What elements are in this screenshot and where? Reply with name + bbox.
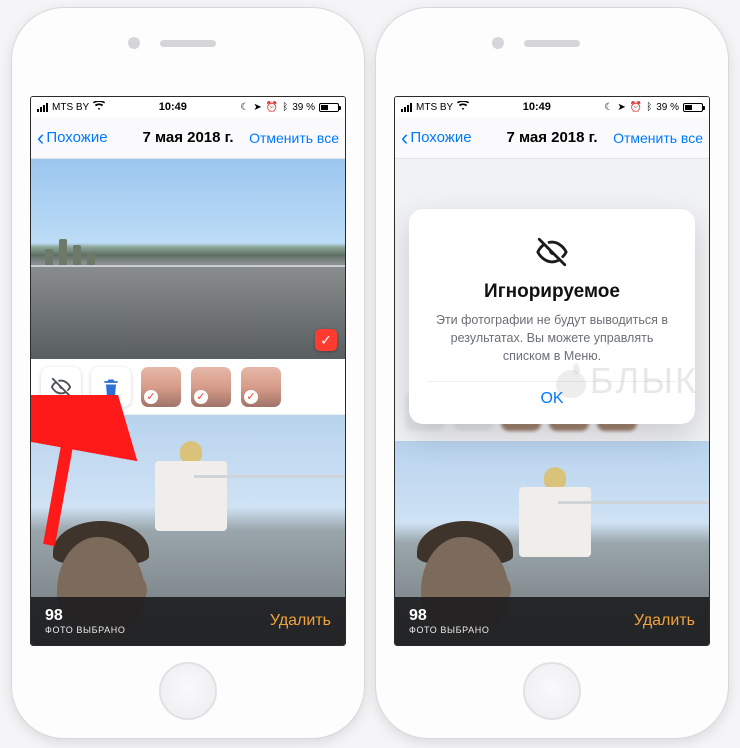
nav-bar: ‹ Похожие 7 мая 2018 г. Отменить все xyxy=(31,117,345,159)
thumbnail[interactable]: ✓ xyxy=(141,367,181,407)
home-button[interactable] xyxy=(159,662,217,720)
speaker-grill xyxy=(524,40,580,47)
home-button[interactable] xyxy=(523,662,581,720)
delete-button[interactable]: Удалить xyxy=(634,612,695,630)
back-button[interactable]: ‹ Похожие xyxy=(37,127,133,149)
nav-title: 7 мая 2018 г. xyxy=(497,129,607,146)
back-label: Похожие xyxy=(410,129,471,146)
signal-icon xyxy=(401,103,412,112)
back-button[interactable]: ‹ Похожие xyxy=(401,127,497,149)
modal-title: Игнорируемое xyxy=(427,281,677,303)
clock: 10:49 xyxy=(105,101,240,113)
photo-decoration xyxy=(558,501,709,504)
bluetooth-icon: ᛒ xyxy=(282,102,288,113)
status-bar: MTS BY 10:49 ☾ ➤ ⏰ ᛒ 39 % xyxy=(395,97,709,117)
selected-count-label: ФОТО ВЫБРАНО xyxy=(45,625,270,635)
front-camera xyxy=(492,37,504,49)
battery-text: 39 % xyxy=(656,102,679,113)
next-group-photo[interactable]: 98 ФОТО ВЫБРАНО Удалить xyxy=(31,415,345,645)
clock: 10:49 xyxy=(469,101,604,113)
dnd-icon: ☾ xyxy=(240,102,249,113)
battery-icon xyxy=(683,103,703,112)
delete-button[interactable]: Удалить xyxy=(270,612,331,630)
selected-count-label: ФОТО ВЫБРАНО xyxy=(409,625,634,635)
content-area: ✓ ✓ ✓ ✓ xyxy=(31,159,345,645)
modal-body: Эти фотографии не будут выводиться в рез… xyxy=(427,311,677,365)
hide-icon xyxy=(50,376,72,398)
carrier-label: MTS BY xyxy=(52,102,89,113)
cancel-all-button[interactable]: Отменить все xyxy=(607,130,703,146)
check-icon: ✓ xyxy=(144,390,158,404)
ignored-modal: Игнорируемое Эти фотографии не будут выв… xyxy=(409,209,695,424)
bluetooth-icon: ᛒ xyxy=(646,102,652,113)
actions-and-thumbs: ✓ ✓ ✓ xyxy=(31,359,345,415)
photo-decoration xyxy=(194,475,345,478)
battery-text: 39 % xyxy=(292,102,315,113)
battery-icon xyxy=(319,103,339,112)
screen-right: MTS BY 10:49 ☾ ➤ ⏰ ᛒ 39 % xyxy=(394,96,710,646)
selected-count: 98 xyxy=(409,607,634,625)
phone-frame-right: MTS BY 10:49 ☾ ➤ ⏰ ᛒ 39 % xyxy=(376,8,728,738)
carrier-label: MTS BY xyxy=(416,102,453,113)
alarm-icon: ⏰ xyxy=(266,102,278,113)
status-bar: MTS BY 10:49 ☾ ➤ ⏰ ᛒ 39 % xyxy=(31,97,345,117)
wifi-icon xyxy=(93,101,105,114)
check-icon: ✓ xyxy=(244,390,258,404)
screen-left: MTS BY 10:49 ☾ ➤ ⏰ ᛒ 39 % xyxy=(30,96,346,646)
cancel-all-button[interactable]: Отменить все xyxy=(243,130,339,146)
phone-frame-left: MTS BY 10:49 ☾ ➤ ⏰ ᛒ 39 % xyxy=(12,8,364,738)
selected-check-icon[interactable]: ✓ xyxy=(315,329,337,351)
location-icon: ➤ xyxy=(617,102,625,113)
photo-decoration xyxy=(31,237,345,267)
next-group-photo: 98 ФОТО ВЫБРАНО Удалить xyxy=(395,441,709,645)
nav-title: 7 мая 2018 г. xyxy=(133,129,243,146)
trash-icon xyxy=(101,377,121,397)
trash-button[interactable] xyxy=(91,367,131,407)
speaker-grill xyxy=(160,40,216,47)
front-camera xyxy=(128,37,140,49)
photo-decoration xyxy=(31,265,345,267)
selected-count: 98 xyxy=(45,607,270,625)
selected-photo-preview[interactable]: ✓ xyxy=(31,159,345,359)
modal-ok-button[interactable]: OK xyxy=(427,381,677,410)
content-area: 98 ФОТО ВЫБРАНО Удалить Игнорируемое Эти… xyxy=(395,159,709,645)
location-icon: ➤ xyxy=(253,102,261,113)
wifi-icon xyxy=(457,101,469,114)
nav-bar: ‹ Похожие 7 мая 2018 г. Отменить все xyxy=(395,117,709,159)
check-icon: ✓ xyxy=(194,390,208,404)
thumbnail[interactable]: ✓ xyxy=(241,367,281,407)
selection-footer: 98 ФОТО ВЫБРАНО Удалить xyxy=(31,597,345,645)
back-label: Похожие xyxy=(46,129,107,146)
hide-button[interactable] xyxy=(41,367,81,407)
hide-icon xyxy=(535,235,569,269)
thumbnail[interactable]: ✓ xyxy=(191,367,231,407)
signal-icon xyxy=(37,103,48,112)
dnd-icon: ☾ xyxy=(604,102,613,113)
selection-footer: 98 ФОТО ВЫБРАНО Удалить xyxy=(395,597,709,645)
alarm-icon: ⏰ xyxy=(630,102,642,113)
chevron-left-icon: ‹ xyxy=(37,127,44,149)
chevron-left-icon: ‹ xyxy=(401,127,408,149)
